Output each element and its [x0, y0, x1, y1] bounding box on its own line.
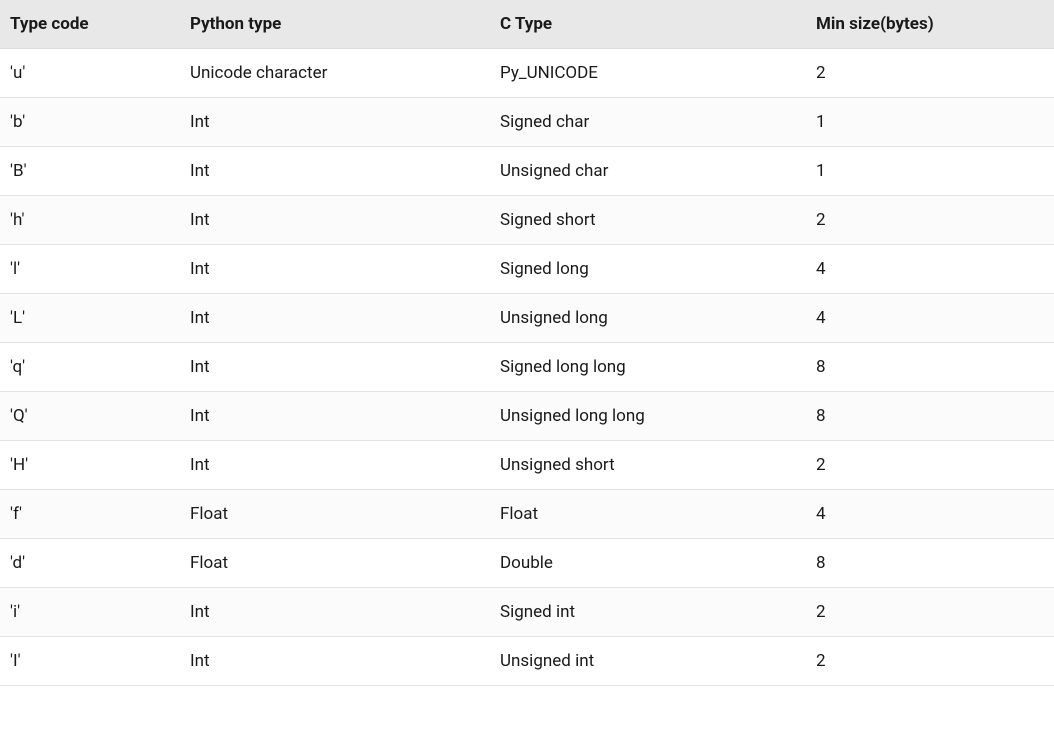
cell-min-size: 2: [806, 637, 1054, 686]
table-row: 'q' Int Signed long long 8: [0, 343, 1054, 392]
table-row: 'f' Float Float 4: [0, 490, 1054, 539]
type-code-table: Type code Python type C Type Min size(by…: [0, 0, 1054, 686]
cell-type-code: 'i': [0, 588, 180, 637]
cell-python-type: Int: [180, 294, 490, 343]
cell-c-type: Py_UNICODE: [490, 49, 806, 98]
cell-min-size: 1: [806, 98, 1054, 147]
cell-python-type: Int: [180, 343, 490, 392]
table-row: 'i' Int Signed int 2: [0, 588, 1054, 637]
cell-type-code: 'b': [0, 98, 180, 147]
cell-min-size: 8: [806, 343, 1054, 392]
col-header-type-code: Type code: [0, 0, 180, 49]
cell-c-type: Unsigned short: [490, 441, 806, 490]
table-row: 'b' Int Signed char 1: [0, 98, 1054, 147]
cell-type-code: 'd': [0, 539, 180, 588]
cell-type-code: 'Q': [0, 392, 180, 441]
cell-c-type: Unsigned long long: [490, 392, 806, 441]
cell-min-size: 1: [806, 147, 1054, 196]
cell-c-type: Double: [490, 539, 806, 588]
cell-type-code: 'l': [0, 245, 180, 294]
cell-type-code: 'f': [0, 490, 180, 539]
table-row: 'Q' Int Unsigned long long 8: [0, 392, 1054, 441]
cell-type-code: 'u': [0, 49, 180, 98]
cell-python-type: Float: [180, 490, 490, 539]
cell-python-type: Float: [180, 539, 490, 588]
cell-c-type: Signed short: [490, 196, 806, 245]
cell-type-code: 'I': [0, 637, 180, 686]
cell-type-code: 'h': [0, 196, 180, 245]
cell-c-type: Unsigned int: [490, 637, 806, 686]
col-header-c-type: C Type: [490, 0, 806, 49]
cell-c-type: Unsigned long: [490, 294, 806, 343]
cell-min-size: 4: [806, 245, 1054, 294]
cell-python-type: Int: [180, 245, 490, 294]
table-row: 'L' Int Unsigned long 4: [0, 294, 1054, 343]
cell-c-type: Signed char: [490, 98, 806, 147]
cell-min-size: 2: [806, 588, 1054, 637]
table-row: 'l' Int Signed long 4: [0, 245, 1054, 294]
table-row: 'u' Unicode character Py_UNICODE 2: [0, 49, 1054, 98]
cell-c-type: Signed int: [490, 588, 806, 637]
cell-python-type: Int: [180, 147, 490, 196]
table-row: 'B' Int Unsigned char 1: [0, 147, 1054, 196]
cell-python-type: Int: [180, 196, 490, 245]
cell-type-code: 'L': [0, 294, 180, 343]
cell-python-type: Int: [180, 637, 490, 686]
cell-min-size: 2: [806, 49, 1054, 98]
cell-min-size: 2: [806, 441, 1054, 490]
cell-min-size: 4: [806, 294, 1054, 343]
cell-python-type: Int: [180, 392, 490, 441]
cell-c-type: Signed long: [490, 245, 806, 294]
table-row: 'h' Int Signed short 2: [0, 196, 1054, 245]
cell-min-size: 8: [806, 392, 1054, 441]
table-row: 'd' Float Double 8: [0, 539, 1054, 588]
col-header-min-size: Min size(bytes): [806, 0, 1054, 49]
cell-min-size: 8: [806, 539, 1054, 588]
col-header-python-type: Python type: [180, 0, 490, 49]
cell-python-type: Unicode character: [180, 49, 490, 98]
cell-python-type: Int: [180, 588, 490, 637]
cell-type-code: 'q': [0, 343, 180, 392]
cell-python-type: Int: [180, 98, 490, 147]
cell-c-type: Float: [490, 490, 806, 539]
cell-type-code: 'B': [0, 147, 180, 196]
cell-type-code: 'H': [0, 441, 180, 490]
table-row: 'H' Int Unsigned short 2: [0, 441, 1054, 490]
cell-python-type: Int: [180, 441, 490, 490]
cell-c-type: Signed long long: [490, 343, 806, 392]
cell-c-type: Unsigned char: [490, 147, 806, 196]
cell-min-size: 2: [806, 196, 1054, 245]
table-row: 'I' Int Unsigned int 2: [0, 637, 1054, 686]
table-header-row: Type code Python type C Type Min size(by…: [0, 0, 1054, 49]
cell-min-size: 4: [806, 490, 1054, 539]
